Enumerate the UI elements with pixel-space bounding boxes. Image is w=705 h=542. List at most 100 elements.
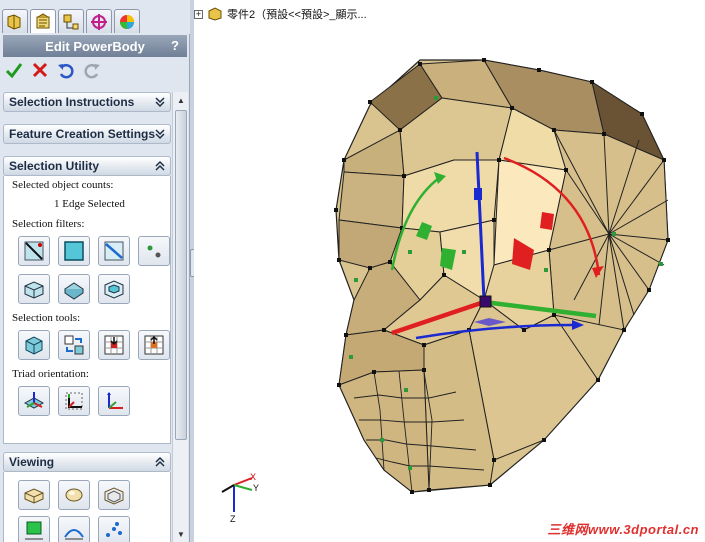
configuration-manager-icon <box>63 14 79 29</box>
help-button[interactable]: ? <box>167 38 183 54</box>
viewing-body <box>3 472 171 542</box>
ear-region <box>548 129 669 331</box>
scrollbar-thumb[interactable] <box>175 110 187 440</box>
double-chevron-down-icon <box>155 129 165 140</box>
dimxpert-icon <box>91 13 107 30</box>
group-viewing[interactable]: Viewing <box>3 452 171 472</box>
group-feature-creation-settings[interactable]: Feature Creation Settings <box>3 124 171 144</box>
undo-icon <box>58 63 74 79</box>
property-manager-title: Edit PowerBody ? <box>3 35 187 57</box>
cancel-button[interactable] <box>30 60 50 80</box>
vertex-display-icon <box>106 522 122 537</box>
group-viewing-label: Viewing <box>9 455 55 469</box>
brow-left-face <box>338 171 405 229</box>
reference-triad: X Y Z <box>221 472 259 524</box>
ok-button[interactable] <box>4 60 24 80</box>
filter-vertices-button[interactable] <box>138 236 170 266</box>
grow-select-icon <box>104 335 124 355</box>
selection-filters-label: Selection filters: <box>12 218 85 230</box>
group-selection-instructions[interactable]: Selection Instructions <box>3 92 171 112</box>
panel-scrollbar[interactable]: ▲ ▼ <box>172 92 188 542</box>
property-manager-title-text: Edit PowerBody <box>45 38 145 54</box>
manager-tabs <box>0 0 190 34</box>
filter-solids-button[interactable] <box>58 274 90 304</box>
scroll-down-button[interactable]: ▼ <box>173 526 189 542</box>
redo-icon <box>84 63 100 79</box>
arrow-down-icon: ▼ <box>177 529 185 539</box>
loop-select-icon <box>64 335 84 355</box>
group-selection-utility-label: Selection Utility <box>9 159 100 173</box>
view-curvature-button[interactable] <box>58 516 90 542</box>
tab-configuration-manager[interactable] <box>58 9 84 33</box>
arrow-up-icon: ▲ <box>177 95 185 105</box>
selected-counts-label: Selected object counts: <box>12 179 114 191</box>
graphics-viewport[interactable]: X Y Z + 零件2（預設<<預設>_顯示... 三维网www.3dporta… <box>194 0 705 542</box>
select-grow-tool-button[interactable] <box>98 330 130 360</box>
undo-button[interactable] <box>56 60 76 80</box>
tab-property-manager[interactable] <box>30 9 56 33</box>
select-loop-tool-button[interactable] <box>58 330 90 360</box>
body-filter-icon <box>24 281 44 299</box>
shell-filter-icon <box>104 280 124 299</box>
head-model[interactable]: X Y Z <box>194 0 705 542</box>
chin-left-face <box>338 369 430 493</box>
vertex-filter-icon <box>147 245 161 258</box>
filter-shells-button[interactable] <box>98 274 130 304</box>
triad-face-icon <box>23 392 45 409</box>
double-chevron-up-icon <box>155 160 165 171</box>
shrink-select-icon <box>144 335 164 355</box>
view-both-mode-button[interactable] <box>98 480 130 510</box>
redo-button[interactable] <box>82 60 102 80</box>
flyout-tree-item[interactable]: + 零件2（預設<<預設>_顯示... <box>194 5 367 23</box>
tree-breadcrumb-text: 零件2（預設<<預設>_顯示... <box>227 9 367 21</box>
triad-center-handle[interactable] <box>479 295 492 308</box>
filter-bodies-button[interactable] <box>18 274 50 304</box>
selection-utility-body: Selected object counts: 1 Edge Selected … <box>3 176 171 444</box>
property-manager-panel: Edit PowerBody ? Selection Instructions <box>0 0 190 542</box>
view-selected-faces-button[interactable] <box>18 516 50 542</box>
filter-faces-button[interactable] <box>58 236 90 266</box>
reference-triad-x-label: X <box>250 472 256 482</box>
cancel-x-icon <box>32 62 48 78</box>
property-manager-icon <box>36 12 50 28</box>
expand-icon[interactable]: + <box>194 9 203 19</box>
filter-edges-button[interactable] <box>18 236 50 266</box>
triad-edge-icon <box>65 392 83 410</box>
triad-align-face-button[interactable] <box>18 386 50 416</box>
both-display-icon <box>104 487 124 505</box>
part-icon <box>208 7 222 21</box>
double-chevron-up-icon <box>155 456 165 467</box>
view-vertices-button[interactable] <box>98 516 130 542</box>
scroll-up-button[interactable]: ▲ <box>173 92 189 108</box>
feature-manager-icon <box>7 13 21 30</box>
reference-triad-z-label: Z <box>230 514 236 524</box>
group-feature-creation-settings-label: Feature Creation Settings <box>9 127 156 141</box>
selected-face-icon <box>25 521 43 540</box>
select-box-tool-button[interactable] <box>18 330 50 360</box>
select-shrink-tool-button[interactable] <box>138 330 170 360</box>
triad-align-edge-button[interactable] <box>58 386 90 416</box>
triad-align-world-button[interactable] <box>98 386 130 416</box>
tab-display-manager[interactable] <box>114 9 140 33</box>
face-filter-icon <box>64 241 84 261</box>
edge-filter-icon <box>24 241 44 261</box>
tab-feature-manager[interactable] <box>2 9 28 33</box>
group-selection-utility[interactable]: Selection Utility <box>3 156 171 176</box>
display-manager-icon <box>120 14 134 29</box>
triad-world-icon <box>107 392 123 409</box>
tab-dimxpert[interactable] <box>86 9 112 33</box>
app-window: Edit PowerBody ? Selection Instructions <box>0 0 705 542</box>
property-manager-scroll-area: Selection Instructions Feature Creation … <box>3 88 171 542</box>
cube-select-icon <box>25 336 43 355</box>
selection-tools-label: Selection tools: <box>12 312 81 324</box>
double-chevron-down-icon <box>155 97 165 108</box>
filter-curves-button[interactable] <box>98 236 130 266</box>
triad-orientation-label: Triad orientation: <box>12 368 89 380</box>
view-box-mode-button[interactable] <box>18 480 50 510</box>
watermark-text: 三维网www.3dportal.cn <box>547 522 699 537</box>
view-smooth-mode-button[interactable] <box>58 480 90 510</box>
curvature-icon <box>64 529 84 540</box>
smooth-display-icon <box>65 488 83 502</box>
reference-triad-y-label: Y <box>253 483 259 493</box>
selected-counts-value: 1 Edge Selected <box>54 198 125 210</box>
